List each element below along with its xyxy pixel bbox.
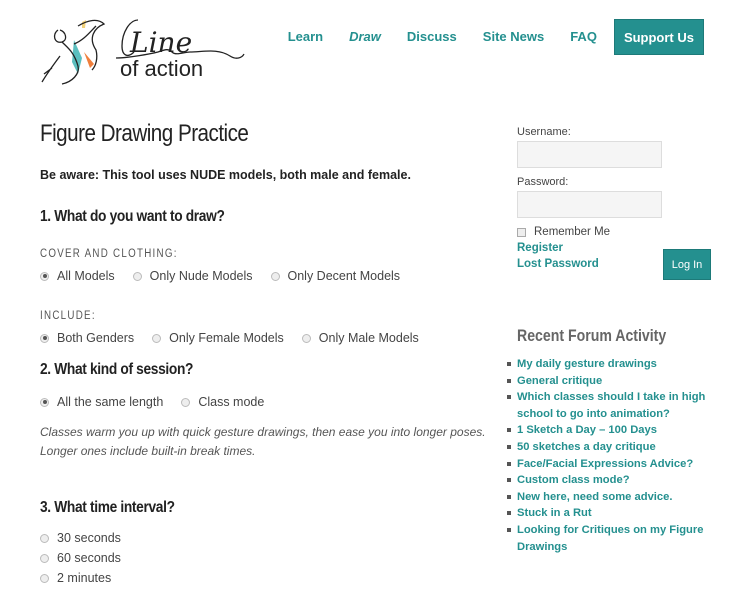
nudity-warning: Be aware: This tool uses NUDE models, bo… [40, 168, 411, 182]
nav-site-news[interactable]: Site News [470, 19, 557, 55]
main-content: Figure Drawing Practice Be aware: This t… [40, 120, 490, 591]
question-time-interval: 3. What time interval? [40, 499, 175, 516]
nav-discuss[interactable]: Discuss [394, 19, 470, 55]
username-input[interactable] [517, 141, 662, 168]
forum-item[interactable]: Stuck in a Rut [505, 505, 715, 522]
radio-unchecked-icon [40, 553, 49, 563]
forum-item[interactable]: Which classes should I take in high scho… [505, 389, 715, 422]
radio-checked-icon [40, 397, 49, 407]
password-input[interactable] [517, 191, 662, 218]
nav-learn[interactable]: Learn [275, 19, 336, 55]
radio-unchecked-icon [301, 333, 311, 343]
checkbox-icon[interactable] [517, 227, 526, 237]
cover-clothing-options: All Models Only Nude Models Only Decent … [40, 269, 490, 283]
radio-only-female-models[interactable]: Only Female Models [152, 331, 284, 345]
forum-item[interactable]: New here, need some advice. [505, 489, 715, 506]
recent-forum-list: My daily gesture drawings General critiq… [505, 356, 715, 555]
login-button[interactable]: Log In [663, 249, 711, 280]
radio-unchecked-icon [40, 533, 49, 543]
site-logo[interactable]: Line of action [38, 12, 248, 88]
question-what-to-draw: 1. What do you want to draw? [40, 208, 225, 225]
radio-both-genders[interactable]: Both Genders [40, 331, 134, 345]
radio-all-same-length[interactable]: All the same length [40, 395, 163, 409]
radio-30-seconds[interactable]: 30 seconds [40, 531, 472, 545]
forum-item[interactable]: 1 Sketch a Day – 100 Days [505, 422, 715, 439]
radio-only-nude-models[interactable]: Only Nude Models [132, 269, 253, 283]
radio-unchecked-icon [270, 271, 280, 281]
forum-item[interactable]: General critique [505, 373, 715, 390]
radio-class-mode[interactable]: Class mode [181, 395, 264, 409]
radio-unchecked-icon [152, 333, 162, 343]
main-nav: Learn Draw Discuss Site News FAQ Support… [275, 19, 704, 55]
question-session-type: 2. What kind of session? [40, 361, 194, 378]
page-title: Figure Drawing Practice [40, 120, 249, 147]
forum-item[interactable]: Face/Facial Expressions Advice? [505, 456, 715, 473]
time-interval-options: 30 seconds 60 seconds 2 minutes [40, 531, 490, 585]
login-widget: Username: Password: Remember Me Register… [517, 126, 717, 280]
forum-item[interactable]: My daily gesture drawings [505, 356, 715, 373]
class-mode-note: Classes warm you up with quick gesture d… [40, 425, 486, 458]
radio-checked-icon [40, 333, 49, 343]
cover-clothing-label: COVER AND CLOTHING: [40, 248, 178, 260]
include-label: INCLUDE: [40, 310, 96, 322]
forum-item[interactable]: Looking for Critiques on my Figure Drawi… [505, 522, 715, 555]
radio-unchecked-icon [181, 397, 191, 407]
nav-draw[interactable]: Draw [336, 19, 394, 55]
radio-unchecked-icon [132, 271, 142, 281]
radio-only-male-models[interactable]: Only Male Models [301, 331, 419, 345]
svg-text:of action: of action [120, 56, 203, 81]
forum-item[interactable]: 50 sketches a day critique [505, 439, 715, 456]
radio-only-decent-models[interactable]: Only Decent Models [270, 269, 400, 283]
svg-text:Line: Line [129, 26, 192, 59]
session-type-options: All the same length Class mode [40, 395, 490, 409]
recent-forum-title: Recent Forum Activity [517, 326, 667, 345]
radio-all-models[interactable]: All Models [40, 269, 115, 283]
username-label: Username: [517, 126, 571, 138]
logo-figure-icon: Line of action [41, 19, 245, 85]
radio-60-seconds[interactable]: 60 seconds [40, 551, 472, 565]
forum-item[interactable]: Custom class mode? [505, 472, 715, 489]
support-us-button[interactable]: Support Us [613, 19, 704, 55]
radio-unchecked-icon [40, 573, 49, 583]
nav-faq[interactable]: FAQ [557, 19, 610, 55]
password-label: Password: [517, 176, 569, 188]
remember-me[interactable]: Remember Me [517, 226, 717, 238]
radio-2-minutes[interactable]: 2 minutes [40, 571, 472, 585]
radio-checked-icon [40, 271, 49, 281]
include-options: Both Genders Only Female Models Only Mal… [40, 331, 490, 345]
